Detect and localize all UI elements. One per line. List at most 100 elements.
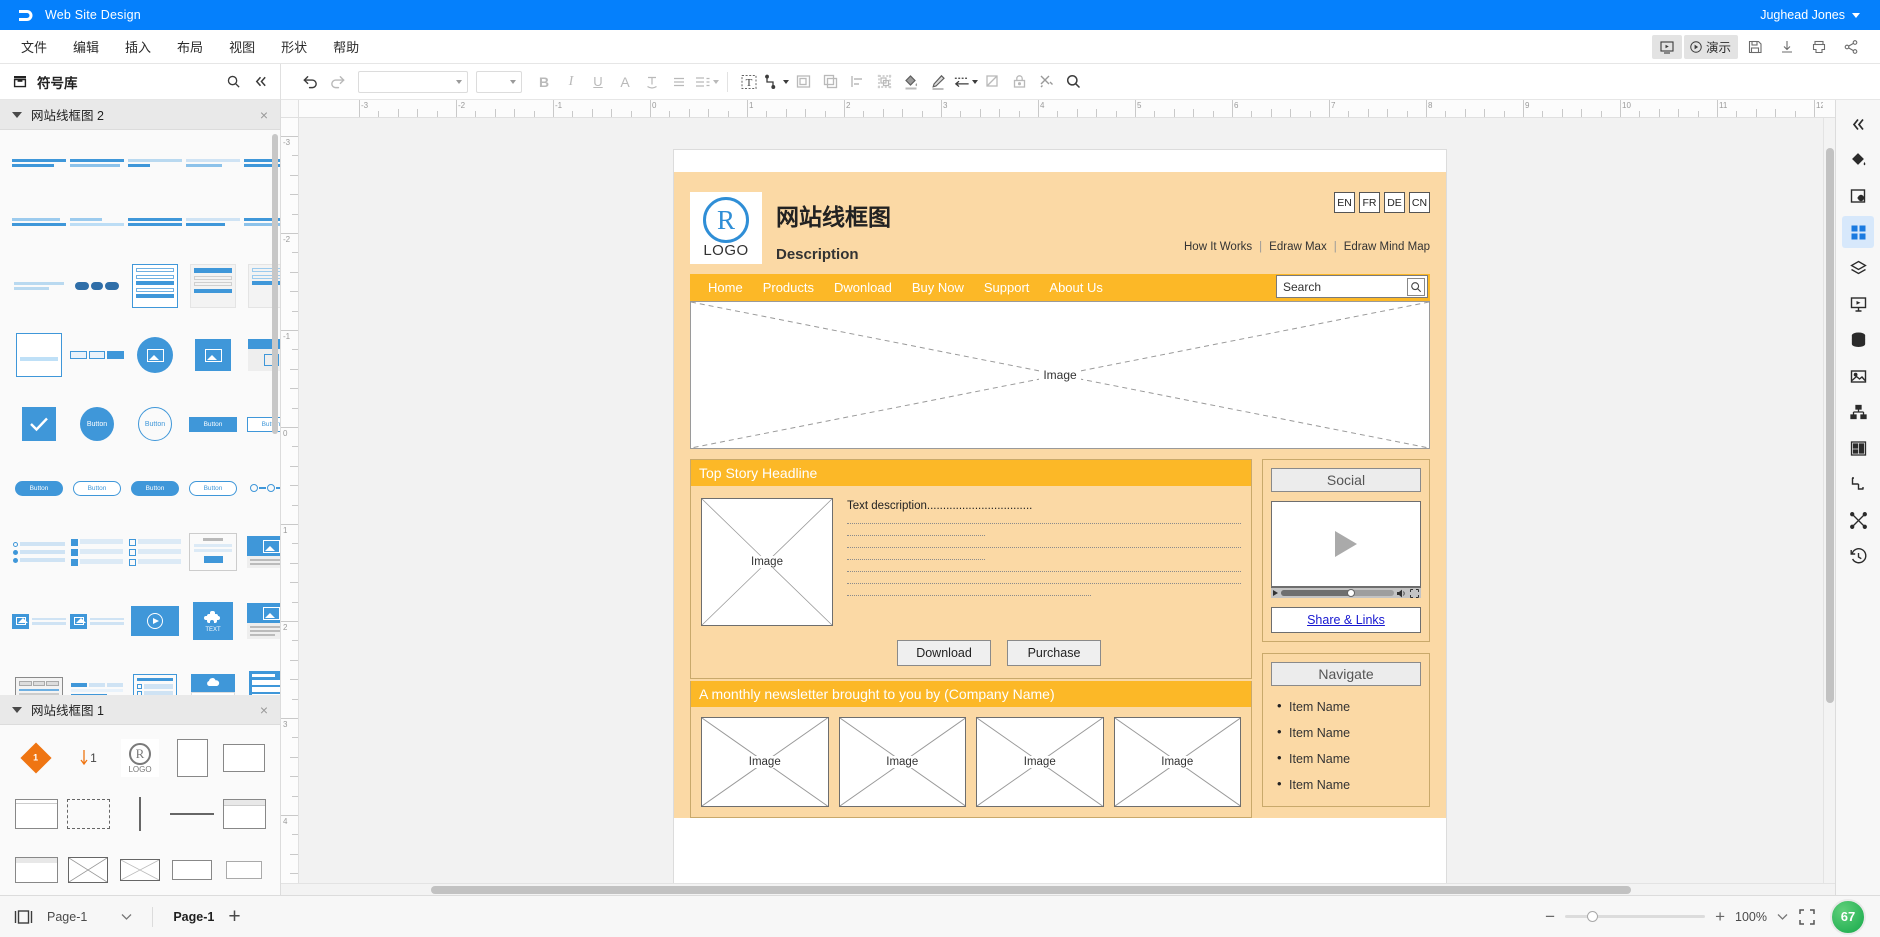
shape-thumb[interactable] bbox=[12, 524, 66, 580]
shape-thumb[interactable]: Button bbox=[12, 465, 66, 511]
canvas-horizontal-scrollbar[interactable] bbox=[281, 883, 1835, 895]
connector-icon[interactable] bbox=[763, 69, 789, 95]
shape-thumb-diamond[interactable]: 1 bbox=[12, 735, 60, 781]
lock-icon[interactable] bbox=[1006, 69, 1032, 95]
scatter-icon[interactable] bbox=[1842, 504, 1874, 536]
shape-thumb[interactable] bbox=[128, 199, 182, 245]
shape-thumb[interactable]: Button bbox=[70, 396, 124, 452]
shape-thumb-landscape[interactable] bbox=[220, 735, 268, 781]
slideshow-icon[interactable] bbox=[1651, 34, 1682, 59]
close-icon[interactable]: × bbox=[260, 703, 268, 717]
menu-view[interactable]: 视图 bbox=[216, 32, 268, 61]
menu-file[interactable]: 文件 bbox=[8, 32, 60, 61]
history-icon[interactable] bbox=[1842, 540, 1874, 572]
navigate-item[interactable]: Item Name bbox=[1277, 694, 1421, 720]
connector-style-icon[interactable] bbox=[1842, 468, 1874, 500]
align-objects-icon[interactable] bbox=[844, 69, 870, 95]
italic-button[interactable]: I bbox=[558, 69, 584, 95]
add-page-button[interactable]: + bbox=[228, 906, 240, 927]
shape-thumb[interactable] bbox=[128, 258, 182, 314]
newsletter-image-4[interactable]: Image bbox=[1113, 717, 1241, 807]
nav-about-us[interactable]: About Us bbox=[1049, 280, 1102, 295]
shape-thumb[interactable] bbox=[70, 258, 124, 314]
page-selector[interactable]: Page-1 bbox=[47, 910, 132, 924]
logo-block[interactable]: R LOGO bbox=[690, 192, 762, 264]
download-icon[interactable] bbox=[1772, 35, 1802, 59]
video-area[interactable] bbox=[1271, 501, 1421, 587]
vertical-ruler[interactable]: -3-2-1012345 bbox=[281, 118, 299, 883]
lang-de[interactable]: DE bbox=[1384, 192, 1405, 213]
story-image-placeholder[interactable]: Image bbox=[701, 498, 833, 626]
nav-support[interactable]: Support bbox=[984, 280, 1030, 295]
navigate-item[interactable]: Item Name bbox=[1277, 746, 1421, 772]
layers-icon[interactable] bbox=[1842, 252, 1874, 284]
hero-image-placeholder[interactable]: Image bbox=[690, 301, 1430, 449]
text-effect-icon[interactable] bbox=[639, 69, 665, 95]
user-name[interactable]: Jughead Jones bbox=[1760, 8, 1845, 22]
duplicate-icon[interactable] bbox=[817, 69, 843, 95]
shape-thumb[interactable] bbox=[70, 199, 124, 245]
shape-thumb[interactable] bbox=[186, 662, 240, 695]
shape-thumb-imagebox[interactable] bbox=[64, 847, 112, 893]
shape-thumb[interactable] bbox=[12, 199, 66, 245]
fill-bucket-icon[interactable] bbox=[1842, 144, 1874, 176]
shape-thumb[interactable] bbox=[12, 662, 66, 695]
share-links-button[interactable]: Share & Links bbox=[1271, 607, 1421, 633]
volume-icon[interactable] bbox=[1397, 589, 1407, 598]
undo-icon[interactable] bbox=[297, 69, 323, 95]
link-how-it-works[interactable]: How It Works bbox=[1184, 241, 1252, 253]
symbol-library-icon[interactable] bbox=[1842, 216, 1874, 248]
shape-thumb[interactable] bbox=[128, 524, 182, 580]
shape-thumb-browser2[interactable] bbox=[12, 847, 60, 893]
presentation-icon[interactable] bbox=[1842, 288, 1874, 320]
play-icon[interactable] bbox=[1335, 531, 1357, 557]
link-edraw-max[interactable]: Edraw Max bbox=[1269, 241, 1327, 253]
search-icon[interactable] bbox=[226, 74, 241, 89]
shape-format-icon[interactable] bbox=[1842, 180, 1874, 212]
shape-thumb[interactable] bbox=[186, 327, 240, 383]
shape-thumb[interactable] bbox=[128, 140, 182, 186]
line-spacing-icon[interactable] bbox=[693, 69, 719, 95]
canvas-page[interactable]: R LOGO 网站线框图 Description EN FR DE CN How… bbox=[674, 150, 1446, 883]
slider-knob[interactable] bbox=[1587, 910, 1599, 922]
share-links-label[interactable]: Share & Links bbox=[1307, 613, 1385, 627]
shadow-icon[interactable] bbox=[979, 69, 1005, 95]
nav-download[interactable]: Dwonload bbox=[834, 280, 892, 295]
fill-bucket-icon[interactable] bbox=[898, 69, 924, 95]
shape-thumb-vline[interactable] bbox=[116, 791, 164, 837]
zoom-value[interactable]: 100% bbox=[1735, 910, 1767, 924]
database-icon[interactable] bbox=[1842, 324, 1874, 356]
frame-icon[interactable] bbox=[790, 69, 816, 95]
status-badge[interactable]: 67 bbox=[1830, 898, 1866, 935]
shape-thumb-arrow-number[interactable]: 1 bbox=[64, 735, 112, 781]
lang-fr[interactable]: FR bbox=[1359, 192, 1380, 213]
shape-thumb[interactable] bbox=[244, 524, 280, 580]
image-icon[interactable] bbox=[1842, 360, 1874, 392]
print-icon[interactable] bbox=[1804, 35, 1834, 59]
magnifier-icon[interactable] bbox=[1060, 69, 1086, 95]
library-scrollbar[interactable] bbox=[272, 134, 278, 434]
lang-en[interactable]: EN bbox=[1334, 192, 1355, 213]
page-tab[interactable]: Page-1 bbox=[173, 910, 214, 924]
scrollbar-thumb[interactable] bbox=[1826, 148, 1834, 703]
shape-thumb[interactable] bbox=[128, 662, 182, 695]
video-controls[interactable] bbox=[1271, 587, 1421, 598]
download-button[interactable]: Download bbox=[897, 640, 991, 666]
newsletter-image-1[interactable]: Image bbox=[701, 717, 829, 807]
menu-insert[interactable]: 插入 bbox=[112, 32, 164, 61]
shape-thumb[interactable] bbox=[70, 524, 124, 580]
horizontal-ruler[interactable]: -3-2-10123456789101112 bbox=[299, 100, 1823, 118]
font-family-select[interactable] bbox=[358, 70, 468, 93]
org-chart-icon[interactable] bbox=[1842, 396, 1874, 428]
chevron-down-icon[interactable] bbox=[1777, 913, 1788, 921]
play-icon[interactable] bbox=[1273, 590, 1278, 596]
video-progress[interactable] bbox=[1281, 588, 1394, 597]
underline-button[interactable]: U bbox=[585, 69, 611, 95]
align-icon[interactable] bbox=[666, 69, 692, 95]
group-icon[interactable] bbox=[871, 69, 897, 95]
shape-thumb[interactable] bbox=[12, 396, 66, 452]
shape-thumb[interactable] bbox=[186, 199, 240, 245]
library-group-header-1[interactable]: 网站线框图 1 × bbox=[0, 695, 280, 725]
shape-thumb[interactable] bbox=[70, 662, 124, 695]
shape-thumb[interactable] bbox=[70, 593, 124, 649]
